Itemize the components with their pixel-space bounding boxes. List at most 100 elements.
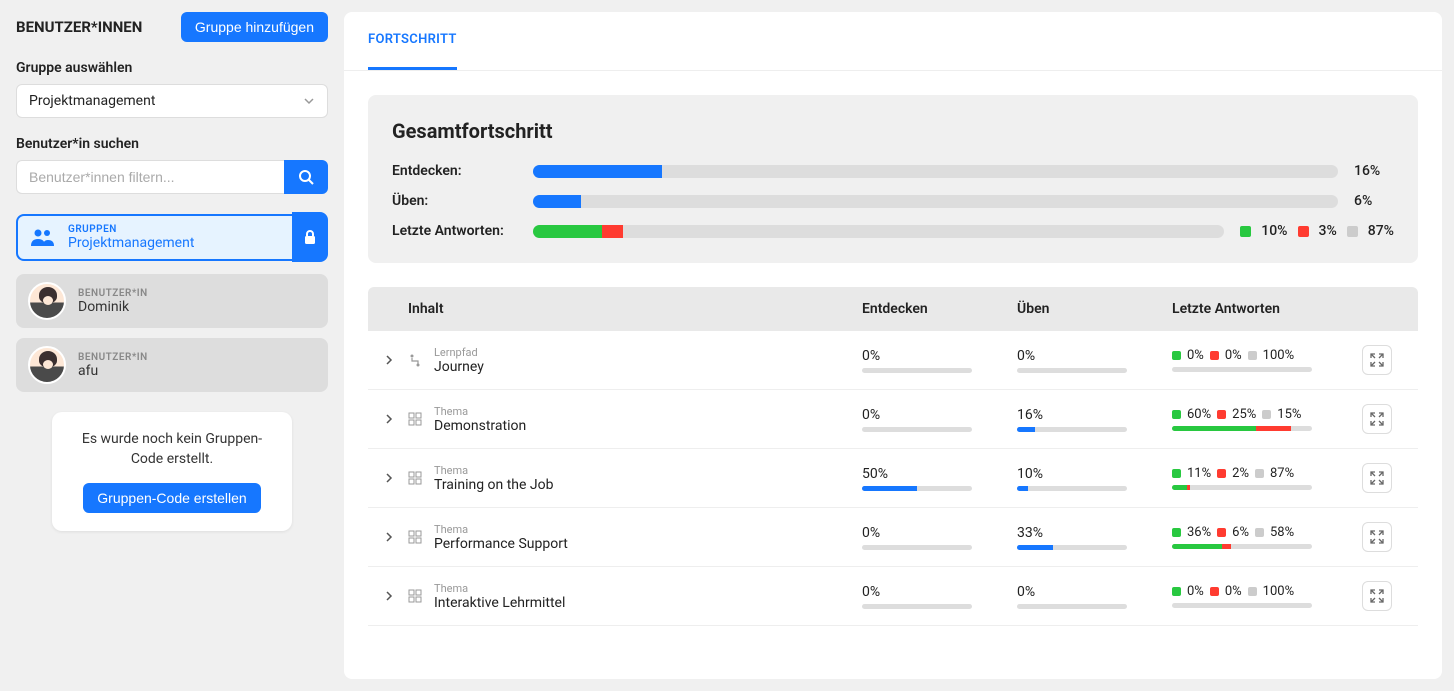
legend-green-icon <box>1172 351 1181 360</box>
avatar-icon <box>28 282 66 320</box>
ueben-value: 6% <box>1354 193 1394 209</box>
row-entdecken-value: 0% <box>862 407 993 423</box>
expand-row-button[interactable] <box>384 355 408 365</box>
row-antworten-legend: 11% 2% 87% <box>1172 466 1362 481</box>
row-name-label: Performance Support <box>434 536 862 552</box>
legend-gray-icon <box>1347 226 1358 237</box>
group-select[interactable]: Projektmanagement <box>16 84 328 118</box>
search-input[interactable] <box>16 160 284 194</box>
legend-red-icon <box>1217 410 1226 419</box>
create-group-code-button[interactable]: Gruppen-Code erstellen <box>83 483 260 513</box>
fullscreen-icon <box>1370 589 1384 603</box>
row-type-label: Lernpfad <box>434 346 862 359</box>
legend-green-icon <box>1172 587 1181 596</box>
row-antworten-legend: 0% 0% 100% <box>1172 584 1362 599</box>
fullscreen-button[interactable] <box>1362 404 1392 434</box>
fullscreen-icon <box>1370 471 1384 485</box>
fullscreen-button[interactable] <box>1362 522 1392 552</box>
user-card[interactable]: BENUTZER*IN Dominik <box>16 274 328 328</box>
user-type-label: BENUTZER*IN <box>78 352 148 363</box>
user-card[interactable]: BENUTZER*IN afu <box>16 338 328 392</box>
group-lock-button[interactable] <box>292 212 328 262</box>
row-ueben-value: 0% <box>1017 584 1148 600</box>
legend-gray-icon <box>1248 587 1257 596</box>
legend-green-icon <box>1172 410 1181 419</box>
table-row: Thema Interaktive Lehrmittel 0% 0% 0% 0%… <box>368 567 1418 626</box>
legend-green-icon <box>1172 528 1181 537</box>
row-antworten-bar <box>1172 367 1312 372</box>
add-group-button[interactable]: Gruppe hinzufügen <box>181 12 328 42</box>
row-ueben-bar <box>1017 368 1127 373</box>
ueben-label: Üben: <box>392 193 517 209</box>
letzte-label: Letzte Antworten: <box>392 223 517 239</box>
row-ueben-bar <box>1017 604 1127 609</box>
grid-icon <box>408 412 428 426</box>
row-type-label: Thema <box>434 523 862 536</box>
row-entdecken-bar <box>862 486 972 491</box>
col-entdecken: Entdecken <box>862 301 1017 317</box>
row-ueben-value: 10% <box>1017 466 1148 482</box>
sidebar-title: BENUTZER*INNEN <box>16 18 142 36</box>
letzte-bar <box>533 225 1224 238</box>
expand-row-button[interactable] <box>384 532 408 542</box>
row-antworten-bar <box>1172 426 1312 431</box>
row-entdecken-value: 0% <box>862 525 993 541</box>
avatar-icon <box>28 346 66 384</box>
tab-fortschritt[interactable]: FORTSCHRITT <box>368 12 457 70</box>
row-entdecken-bar <box>862 427 972 432</box>
expand-row-button[interactable] <box>384 473 408 483</box>
select-group-label: Gruppe auswählen <box>16 60 328 76</box>
row-type-label: Thema <box>434 405 862 418</box>
row-ueben-bar <box>1017 427 1127 432</box>
col-inhalt: Inhalt <box>408 301 862 317</box>
row-antworten-legend: 36% 6% 58% <box>1172 525 1362 540</box>
table-row: Thema Performance Support 0% 33% 36% 6% … <box>368 508 1418 567</box>
col-ueben: Üben <box>1017 301 1172 317</box>
row-antworten-legend: 60% 25% 15% <box>1172 407 1362 422</box>
expand-row-button[interactable] <box>384 591 408 601</box>
group-card-selected[interactable]: GRUPPEN Projektmanagement <box>16 212 328 262</box>
expand-row-button[interactable] <box>384 414 408 424</box>
row-ueben-bar <box>1017 545 1127 550</box>
row-name-label: Interaktive Lehrmittel <box>434 595 862 611</box>
row-entdecken-bar <box>862 545 972 550</box>
legend-red-icon <box>1210 351 1219 360</box>
search-icon <box>298 169 314 185</box>
row-antworten-bar <box>1172 544 1312 549</box>
fullscreen-button[interactable] <box>1362 463 1392 493</box>
row-ueben-value: 0% <box>1017 348 1148 364</box>
legend-red-icon <box>1217 469 1226 478</box>
legend-red-icon <box>1217 528 1226 537</box>
legend-green-icon <box>1172 469 1181 478</box>
table-header: Inhalt Entdecken Üben Letzte Antworten <box>368 287 1418 331</box>
fullscreen-icon <box>1370 412 1384 426</box>
legend-gray-icon <box>1262 410 1271 419</box>
row-antworten-legend: 0% 0% 100% <box>1172 348 1362 363</box>
overall-progress-panel: Gesamtfortschritt Entdecken: 16% Üben: 6… <box>368 95 1418 263</box>
user-name-label: Dominik <box>78 299 148 315</box>
row-entdecken-value: 0% <box>862 584 993 600</box>
search-label: Benutzer*in suchen <box>16 136 328 152</box>
letzte-legend: 10% 3% 87% <box>1240 223 1394 239</box>
row-type-label: Thema <box>434 582 862 595</box>
row-name-label: Training on the Job <box>434 477 862 493</box>
group-code-panel: Es wurde noch kein Gruppen-Code erstellt… <box>52 412 292 531</box>
row-entdecken-bar <box>862 604 972 609</box>
fullscreen-button[interactable] <box>1362 345 1392 375</box>
learnpath-icon <box>408 353 428 367</box>
fullscreen-button[interactable] <box>1362 581 1392 611</box>
group-icon <box>30 227 56 247</box>
row-entdecken-bar <box>862 368 972 373</box>
row-ueben-value: 33% <box>1017 525 1148 541</box>
ueben-bar <box>533 195 1338 208</box>
search-button[interactable] <box>284 160 328 194</box>
row-entdecken-value: 50% <box>862 466 993 482</box>
legend-gray-icon <box>1255 469 1264 478</box>
legend-gray-icon <box>1248 351 1257 360</box>
fullscreen-icon <box>1370 353 1384 367</box>
entdecken-label: Entdecken: <box>392 163 517 179</box>
group-name-label: Projektmanagement <box>68 235 194 251</box>
grid-icon <box>408 589 428 603</box>
table-row: Lernpfad Journey 0% 0% 0% 0% 100% <box>368 331 1418 390</box>
row-entdecken-value: 0% <box>862 348 993 364</box>
